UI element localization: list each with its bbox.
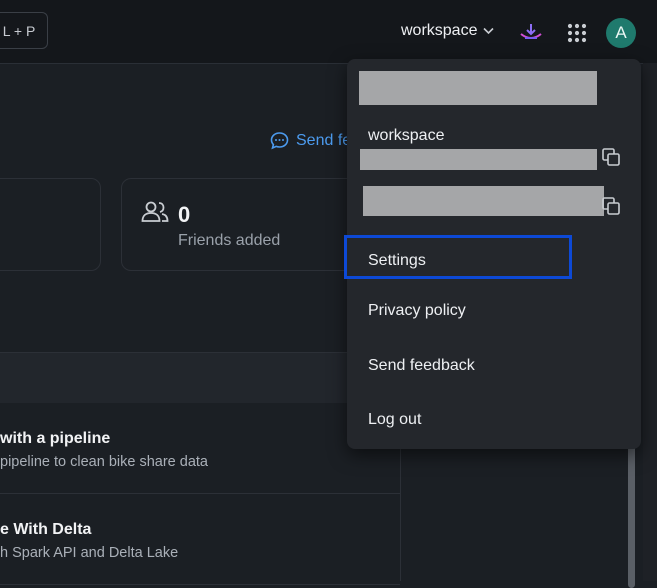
friends-stat-card: 0 Friends added [121, 178, 381, 271]
table-header [0, 352, 400, 404]
assistant-icon[interactable] [519, 22, 543, 44]
apps-grid-icon[interactable] [567, 23, 587, 43]
copy-icon[interactable] [601, 196, 621, 216]
workspace-switcher[interactable]: workspace [401, 22, 495, 40]
stat-card [0, 178, 101, 271]
top-bar: L + P workspace A [0, 0, 657, 64]
friends-label: Friends added [178, 232, 281, 249]
send-feedback-link-label: Send fe [296, 131, 352, 149]
redacted-account-id [363, 186, 604, 216]
list-item-title: e With Delta [0, 521, 92, 538]
account-dropdown-menu: workspace Settings Privacy policy Send f… [347, 59, 641, 449]
list-item[interactable]: e With Delta h Spark API and Delta Lake [0, 494, 400, 585]
chevron-down-icon [483, 27, 495, 35]
friends-count: 0 [178, 202, 191, 227]
menu-item-send-feedback[interactable]: Send feedback [368, 357, 475, 375]
menu-item-log-out[interactable]: Log out [368, 411, 421, 429]
list-item-title: with a pipeline [0, 430, 111, 447]
copy-icon[interactable] [601, 147, 621, 167]
user-avatar[interactable]: A [606, 18, 636, 48]
workspace-switcher-label: workspace [401, 22, 478, 39]
keyboard-shortcut-hint[interactable]: L + P [0, 12, 48, 49]
redacted-user-name [359, 71, 597, 105]
list-item-subtitle: h Spark API and Delta Lake [0, 545, 179, 561]
menu-item-settings[interactable]: Settings [368, 252, 426, 270]
menu-item-privacy-policy[interactable]: Privacy policy [368, 302, 466, 320]
scrollbar-track[interactable] [643, 63, 657, 581]
redacted-workspace-id [360, 149, 597, 170]
dropdown-workspace-label: workspace [368, 127, 445, 144]
send-feedback-link[interactable]: Send fe [270, 131, 351, 150]
chat-bubble-icon [270, 132, 289, 150]
list-item[interactable]: with a pipeline pipeline to clean bike s… [0, 403, 400, 494]
list-item-subtitle: pipeline to clean bike share data [0, 454, 208, 470]
shortcut-text: L + P [2, 22, 36, 39]
people-icon [141, 201, 169, 222]
avatar-letter: A [615, 23, 627, 42]
